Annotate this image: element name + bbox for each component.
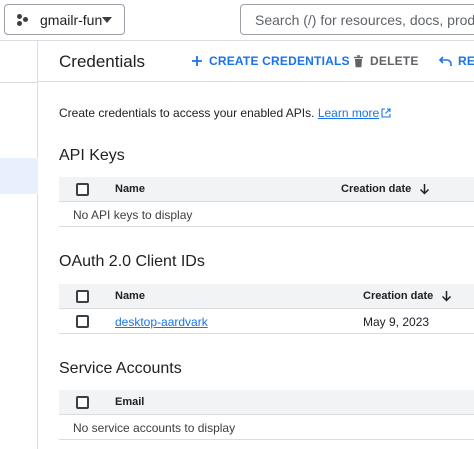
chevron-down-icon xyxy=(102,17,112,23)
row-checkbox[interactable] xyxy=(76,315,89,328)
nav-divider xyxy=(0,82,38,83)
creation-date: May 9, 2023 xyxy=(363,315,430,329)
empty-message: No service accounts to display xyxy=(73,421,236,435)
top-bar: gmailr-fun xyxy=(0,0,474,41)
service-accounts-title: Service Accounts xyxy=(59,360,182,377)
column-email: Email xyxy=(115,396,145,408)
service-accounts-table: Email No service accounts to display xyxy=(59,390,474,440)
intro-text: Create credentials to access your enable… xyxy=(59,106,391,121)
column-creation-date[interactable]: Creation date xyxy=(341,183,430,195)
column-name: Name xyxy=(115,290,145,302)
arrow-down-icon[interactable] xyxy=(441,290,452,302)
learn-more-link[interactable]: Learn more xyxy=(318,106,379,120)
api-keys-table: Name Creation date No API keys to displa… xyxy=(59,177,474,227)
table-header: Name Creation date xyxy=(59,177,474,202)
arrow-down-icon[interactable] xyxy=(419,183,430,195)
learn-more-label: Learn more xyxy=(317,106,380,120)
nav-item-credentials[interactable] xyxy=(0,158,38,194)
delete-button[interactable]: DELETE xyxy=(353,54,419,68)
empty-message: No API keys to display xyxy=(73,208,193,222)
column-name: Name xyxy=(115,183,145,195)
main-content: Create credentials to access your enable… xyxy=(38,82,474,449)
table-row: desktop-aardvark May 9, 2023 xyxy=(59,309,474,334)
column-creation-date-label: Creation date xyxy=(363,290,434,302)
project-name: gmailr-fun xyxy=(40,11,103,28)
oauth-table: Name Creation date desktop-aardvark May … xyxy=(59,284,474,334)
oauth-title: OAuth 2.0 Client IDs xyxy=(59,253,205,270)
search-input[interactable] xyxy=(255,11,474,28)
column-creation-date-label: Creation date xyxy=(341,183,412,195)
table-row: No API keys to display xyxy=(59,202,474,227)
intro-description: Create credentials to access your enable… xyxy=(59,106,315,120)
plus-icon xyxy=(191,55,203,67)
delete-label: DELETE xyxy=(370,54,419,68)
create-credentials-label: CREATE CREDENTIALS xyxy=(209,54,350,68)
create-credentials-button[interactable]: CREATE CREDENTIALS xyxy=(191,54,350,68)
select-all-checkbox[interactable] xyxy=(76,183,89,196)
restore-label: RES xyxy=(458,54,474,68)
left-nav xyxy=(0,41,38,449)
undo-icon xyxy=(439,55,452,67)
search-box[interactable] xyxy=(240,4,474,35)
restore-button[interactable]: RES xyxy=(439,54,474,68)
api-keys-title: API Keys xyxy=(59,147,125,164)
trash-icon xyxy=(353,54,364,68)
column-creation-date[interactable]: Creation date xyxy=(363,290,452,302)
select-all-checkbox[interactable] xyxy=(76,396,89,409)
client-name-link[interactable]: desktop-aardvark xyxy=(115,315,208,329)
table-row: No service accounts to display xyxy=(59,415,474,440)
table-header: Email xyxy=(59,390,474,415)
project-icon xyxy=(17,13,31,27)
page-header: Credentials CREATE CREDENTIALS DELETE RE… xyxy=(38,41,474,82)
page-title: Credentials xyxy=(59,52,145,71)
project-picker[interactable]: gmailr-fun xyxy=(4,4,125,35)
table-header: Name Creation date xyxy=(59,284,474,309)
select-all-checkbox[interactable] xyxy=(76,290,89,303)
external-link-icon xyxy=(381,107,391,121)
